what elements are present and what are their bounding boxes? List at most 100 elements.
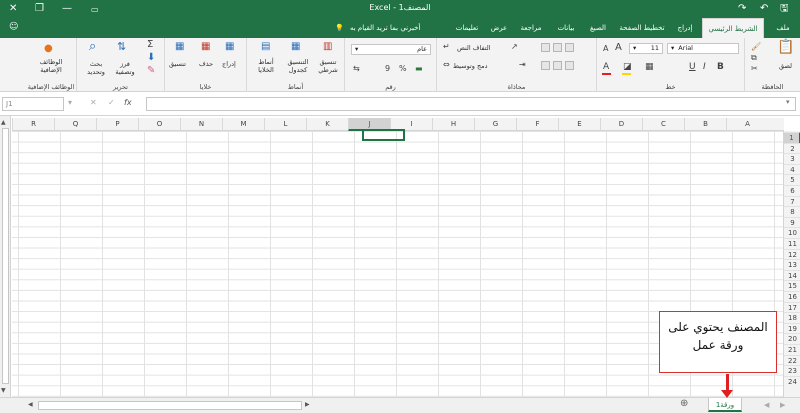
- row-header-21[interactable]: 21: [784, 344, 800, 355]
- bold-button[interactable]: B: [717, 62, 724, 72]
- format-as-table-button[interactable]: التنسيق كجدول: [283, 58, 313, 74]
- formula-input[interactable]: [146, 97, 796, 111]
- row-header-23[interactable]: 23: [784, 365, 800, 376]
- find-select-button[interactable]: بحث وتحديد: [83, 60, 109, 76]
- tab-data[interactable]: بيانات: [552, 18, 580, 38]
- row-header-22[interactable]: 22: [784, 354, 800, 366]
- row-header-17[interactable]: 17: [784, 301, 800, 313]
- row-header-3[interactable]: 3: [784, 153, 800, 164]
- indent-icon[interactable]: ⇥: [519, 60, 526, 70]
- number-format-dropdown[interactable]: ▾ عام: [351, 44, 431, 55]
- decimal-icon[interactable]: ⇆: [353, 64, 360, 74]
- row-header-8[interactable]: 8: [784, 206, 800, 217]
- column-header-l[interactable]: L: [264, 118, 306, 131]
- row-header-15[interactable]: 15: [784, 280, 800, 291]
- column-header-e[interactable]: E: [558, 118, 600, 131]
- column-header-g[interactable]: G: [474, 118, 516, 131]
- column-header-m[interactable]: M: [222, 118, 264, 131]
- row-header-9[interactable]: 9: [784, 216, 800, 228]
- row-header-2[interactable]: 2: [784, 142, 800, 154]
- fill-color-icon[interactable]: ◪: [623, 62, 632, 72]
- column-header-q[interactable]: Q: [54, 118, 96, 131]
- expand-formula-icon[interactable]: ▾: [786, 98, 790, 106]
- redo-icon[interactable]: ↷: [738, 2, 746, 16]
- font-size-dropdown[interactable]: ▾ 11: [629, 43, 663, 54]
- cut-icon[interactable]: ✂: [751, 64, 758, 74]
- row-header-18[interactable]: 18: [784, 312, 800, 323]
- align-middle-icon[interactable]: [553, 43, 562, 52]
- sheet-tab-1[interactable]: ورقة1: [708, 398, 742, 412]
- tell-me-box[interactable]: أخبرني بما تريد القيام به 💡: [335, 18, 420, 38]
- prev-sheet-icon[interactable]: ◀: [764, 401, 769, 409]
- insert-cells-icon[interactable]: ▦: [225, 42, 234, 52]
- align-bottom-icon[interactable]: [541, 43, 550, 52]
- row-header-11[interactable]: 11: [784, 238, 800, 249]
- column-header-a[interactable]: A: [726, 118, 768, 131]
- tab-formulas[interactable]: الصيغ: [582, 18, 614, 38]
- align-left-icon[interactable]: [541, 61, 550, 70]
- column-header-b[interactable]: B: [684, 118, 726, 131]
- font-color-icon[interactable]: A: [603, 62, 609, 72]
- align-center-icon[interactable]: [553, 61, 562, 70]
- column-header-f[interactable]: F: [516, 118, 558, 131]
- column-header-h[interactable]: H: [432, 118, 474, 131]
- row-header-16[interactable]: 16: [784, 291, 800, 302]
- scroll-down-icon[interactable]: ▼: [1, 387, 6, 394]
- currency-icon[interactable]: ▬: [415, 64, 423, 74]
- column-header-o[interactable]: O: [138, 118, 180, 131]
- borders-icon[interactable]: ▦: [645, 62, 654, 72]
- row-header-4[interactable]: 4: [784, 163, 800, 175]
- delete-cells-icon[interactable]: ▦: [201, 42, 210, 52]
- next-sheet-icon[interactable]: ▶: [780, 401, 785, 409]
- row-header-6[interactable]: 6: [784, 185, 800, 196]
- scroll-up-icon[interactable]: ▲: [1, 119, 6, 126]
- font-name-dropdown[interactable]: ▾ Arial: [667, 43, 739, 54]
- tab-insert[interactable]: إدراج: [672, 18, 698, 38]
- fill-icon[interactable]: ⬇: [147, 53, 155, 63]
- cell-styles-icon[interactable]: ▤: [261, 42, 270, 52]
- cell-styles-button[interactable]: أنماط الخلايا: [251, 58, 281, 74]
- vertical-scroll-thumb[interactable]: [2, 128, 9, 384]
- format-cells-icon[interactable]: ▦: [175, 42, 184, 52]
- merge-icon[interactable]: ⇔: [443, 60, 450, 70]
- row-header-19[interactable]: 19: [784, 322, 800, 334]
- column-header-n[interactable]: N: [180, 118, 222, 131]
- row-header-20[interactable]: 20: [784, 333, 800, 344]
- align-right-icon[interactable]: [565, 61, 574, 70]
- column-header-d[interactable]: D: [600, 118, 642, 131]
- cancel-icon[interactable]: ✕: [90, 98, 97, 107]
- clear-icon[interactable]: ✎: [147, 66, 155, 76]
- conditional-formatting-button[interactable]: تنسيق شرطي: [313, 58, 343, 74]
- row-header-13[interactable]: 13: [784, 259, 800, 270]
- sort-filter-icon[interactable]: ⇅: [117, 41, 126, 52]
- increase-font-icon[interactable]: A: [615, 43, 622, 53]
- comma-style-button[interactable]: 9: [385, 64, 390, 74]
- search-icon[interactable]: ⌕: [89, 40, 96, 53]
- wrap-text-icon[interactable]: ↵: [443, 42, 450, 52]
- share-icon[interactable]: ☺: [9, 22, 18, 32]
- row-header-1[interactable]: 1: [784, 132, 800, 143]
- autosum-icon[interactable]: Σ: [147, 40, 153, 50]
- tab-view[interactable]: عرض: [486, 18, 512, 38]
- row-header-12[interactable]: 12: [784, 248, 800, 260]
- tab-review[interactable]: مراجعة: [514, 18, 548, 38]
- format-painter-icon[interactable]: 🖌: [751, 42, 761, 52]
- name-box[interactable]: J1: [2, 97, 64, 111]
- tab-help[interactable]: تعليمات: [450, 18, 484, 38]
- align-top-icon[interactable]: [565, 43, 574, 52]
- underline-button[interactable]: U: [689, 62, 696, 72]
- addins-icon[interactable]: ●: [44, 44, 53, 54]
- conditional-formatting-icon[interactable]: ▥: [323, 42, 332, 52]
- column-header-c[interactable]: C: [642, 118, 684, 131]
- sort-filter-button[interactable]: فرز وتصفية: [111, 60, 139, 76]
- row-header-7[interactable]: 7: [784, 195, 800, 207]
- percent-style-button[interactable]: %: [399, 64, 407, 74]
- scroll-right-icon[interactable]: ▶: [305, 401, 310, 408]
- decrease-font-icon[interactable]: A: [603, 44, 608, 54]
- delete-button[interactable]: حذف: [199, 60, 213, 68]
- copy-icon[interactable]: ⧉: [751, 53, 757, 63]
- name-box-chevron-icon[interactable]: ▾: [68, 98, 72, 107]
- undo-icon[interactable]: ↶: [760, 2, 768, 16]
- tab-home[interactable]: الشريط الرئيسي: [702, 18, 764, 38]
- tab-file[interactable]: ملف: [770, 18, 796, 38]
